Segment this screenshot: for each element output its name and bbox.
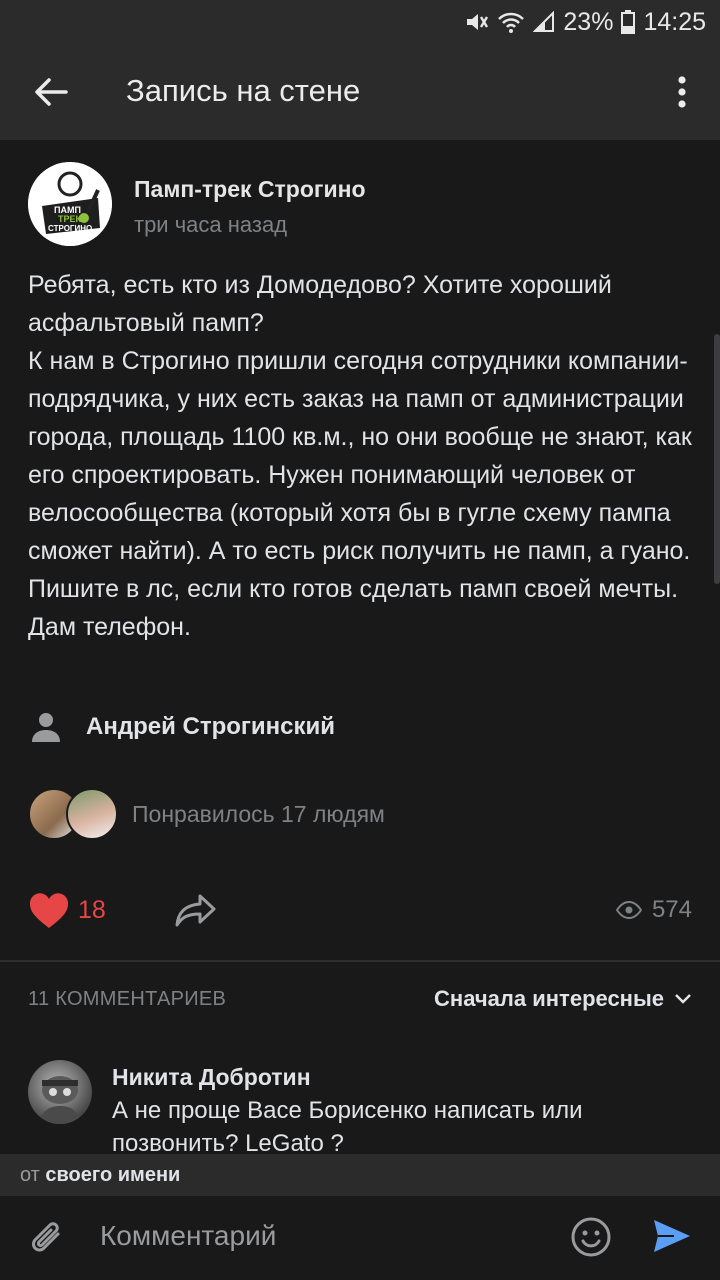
post-signer[interactable]: Андрей Строгинский <box>30 707 335 747</box>
post-as-bar[interactable]: от своего имени <box>0 1154 720 1196</box>
group-avatar[interactable]: ПАМП ТРЕК СТРОГИНО <box>28 162 112 246</box>
chevron-down-icon <box>675 994 691 1004</box>
group-logo: ПАМП ТРЕК СТРОГИНО <box>28 162 112 246</box>
post-as-value: своего имени <box>45 1164 181 1186</box>
post-as-label: от своего имени <box>20 1164 180 1187</box>
commenter-avatar[interactable] <box>28 1060 92 1124</box>
comments-count: 11 КОММЕНТАРИЕВ <box>28 988 227 1010</box>
post-header: ПАМП ТРЕК СТРОГИНО Памп-трек Строгино тр… <box>28 162 708 252</box>
comments-header: 11 КОММЕНТАРИЕВ Сначала интересные <box>28 982 692 1018</box>
wifi-icon <box>498 12 525 33</box>
logo-text-3: СТРОГИНО <box>48 224 92 233</box>
emoji-icon[interactable] <box>570 1216 612 1258</box>
person-icon <box>32 713 60 742</box>
post-as-prefix: от <box>20 1164 40 1186</box>
divider <box>0 960 720 962</box>
battery-percent: 23% <box>563 7 614 36</box>
commenter-avatar-image <box>38 1076 82 1124</box>
views-count: 574 <box>651 896 692 923</box>
attach-icon[interactable] <box>28 1216 68 1260</box>
signer-name: Андрей Строгинский <box>86 713 336 740</box>
post-text: Ребята, есть кто из Домодедово? Хотите х… <box>28 271 692 641</box>
post-actions: 18 574 <box>28 886 692 938</box>
heart-icon[interactable] <box>28 892 70 930</box>
sort-label: Сначала интересные <box>434 986 664 1011</box>
page-title: Запись на стене <box>126 73 361 108</box>
comment-input[interactable]: Комментарий <box>100 1220 276 1252</box>
logo-text-2: ТРЕК <box>58 214 82 224</box>
send-icon[interactable] <box>652 1218 692 1254</box>
more-vertical-icon[interactable] <box>668 72 696 112</box>
group-name[interactable]: Памп-трек Строгино <box>134 176 366 203</box>
mute-icon <box>467 14 489 30</box>
battery-icon <box>621 10 636 34</box>
liker-avatar-2 <box>66 788 118 840</box>
like-count: 18 <box>78 896 106 924</box>
clock: 14:25 <box>643 7 706 36</box>
status-bar: 23% 14:25 <box>0 0 720 44</box>
signal-icon <box>533 11 555 32</box>
back-arrow-icon[interactable] <box>30 72 70 112</box>
app-bar: Запись на стене <box>0 44 720 140</box>
likes-text: Понравилось 17 людям <box>132 800 385 827</box>
scrollbar[interactable] <box>714 334 720 584</box>
comment-item[interactable]: Никита Добротин А не проще Васе Борисенк… <box>28 1058 692 1158</box>
comment-text: А не проще Васе Борисенко написать или п… <box>112 1097 583 1157</box>
comments-sort-dropdown[interactable]: Сначала интересные <box>434 986 692 1012</box>
comment-author[interactable]: Никита Добротин <box>112 1064 311 1091</box>
post-time: три часа назад <box>134 212 288 237</box>
share-icon[interactable] <box>174 890 218 930</box>
eye-icon <box>615 901 642 919</box>
comment-composer: Комментарий <box>0 1196 720 1280</box>
views-counter: 574 <box>615 896 692 924</box>
likes-summary[interactable]: Понравилось 17 людям <box>28 788 385 840</box>
